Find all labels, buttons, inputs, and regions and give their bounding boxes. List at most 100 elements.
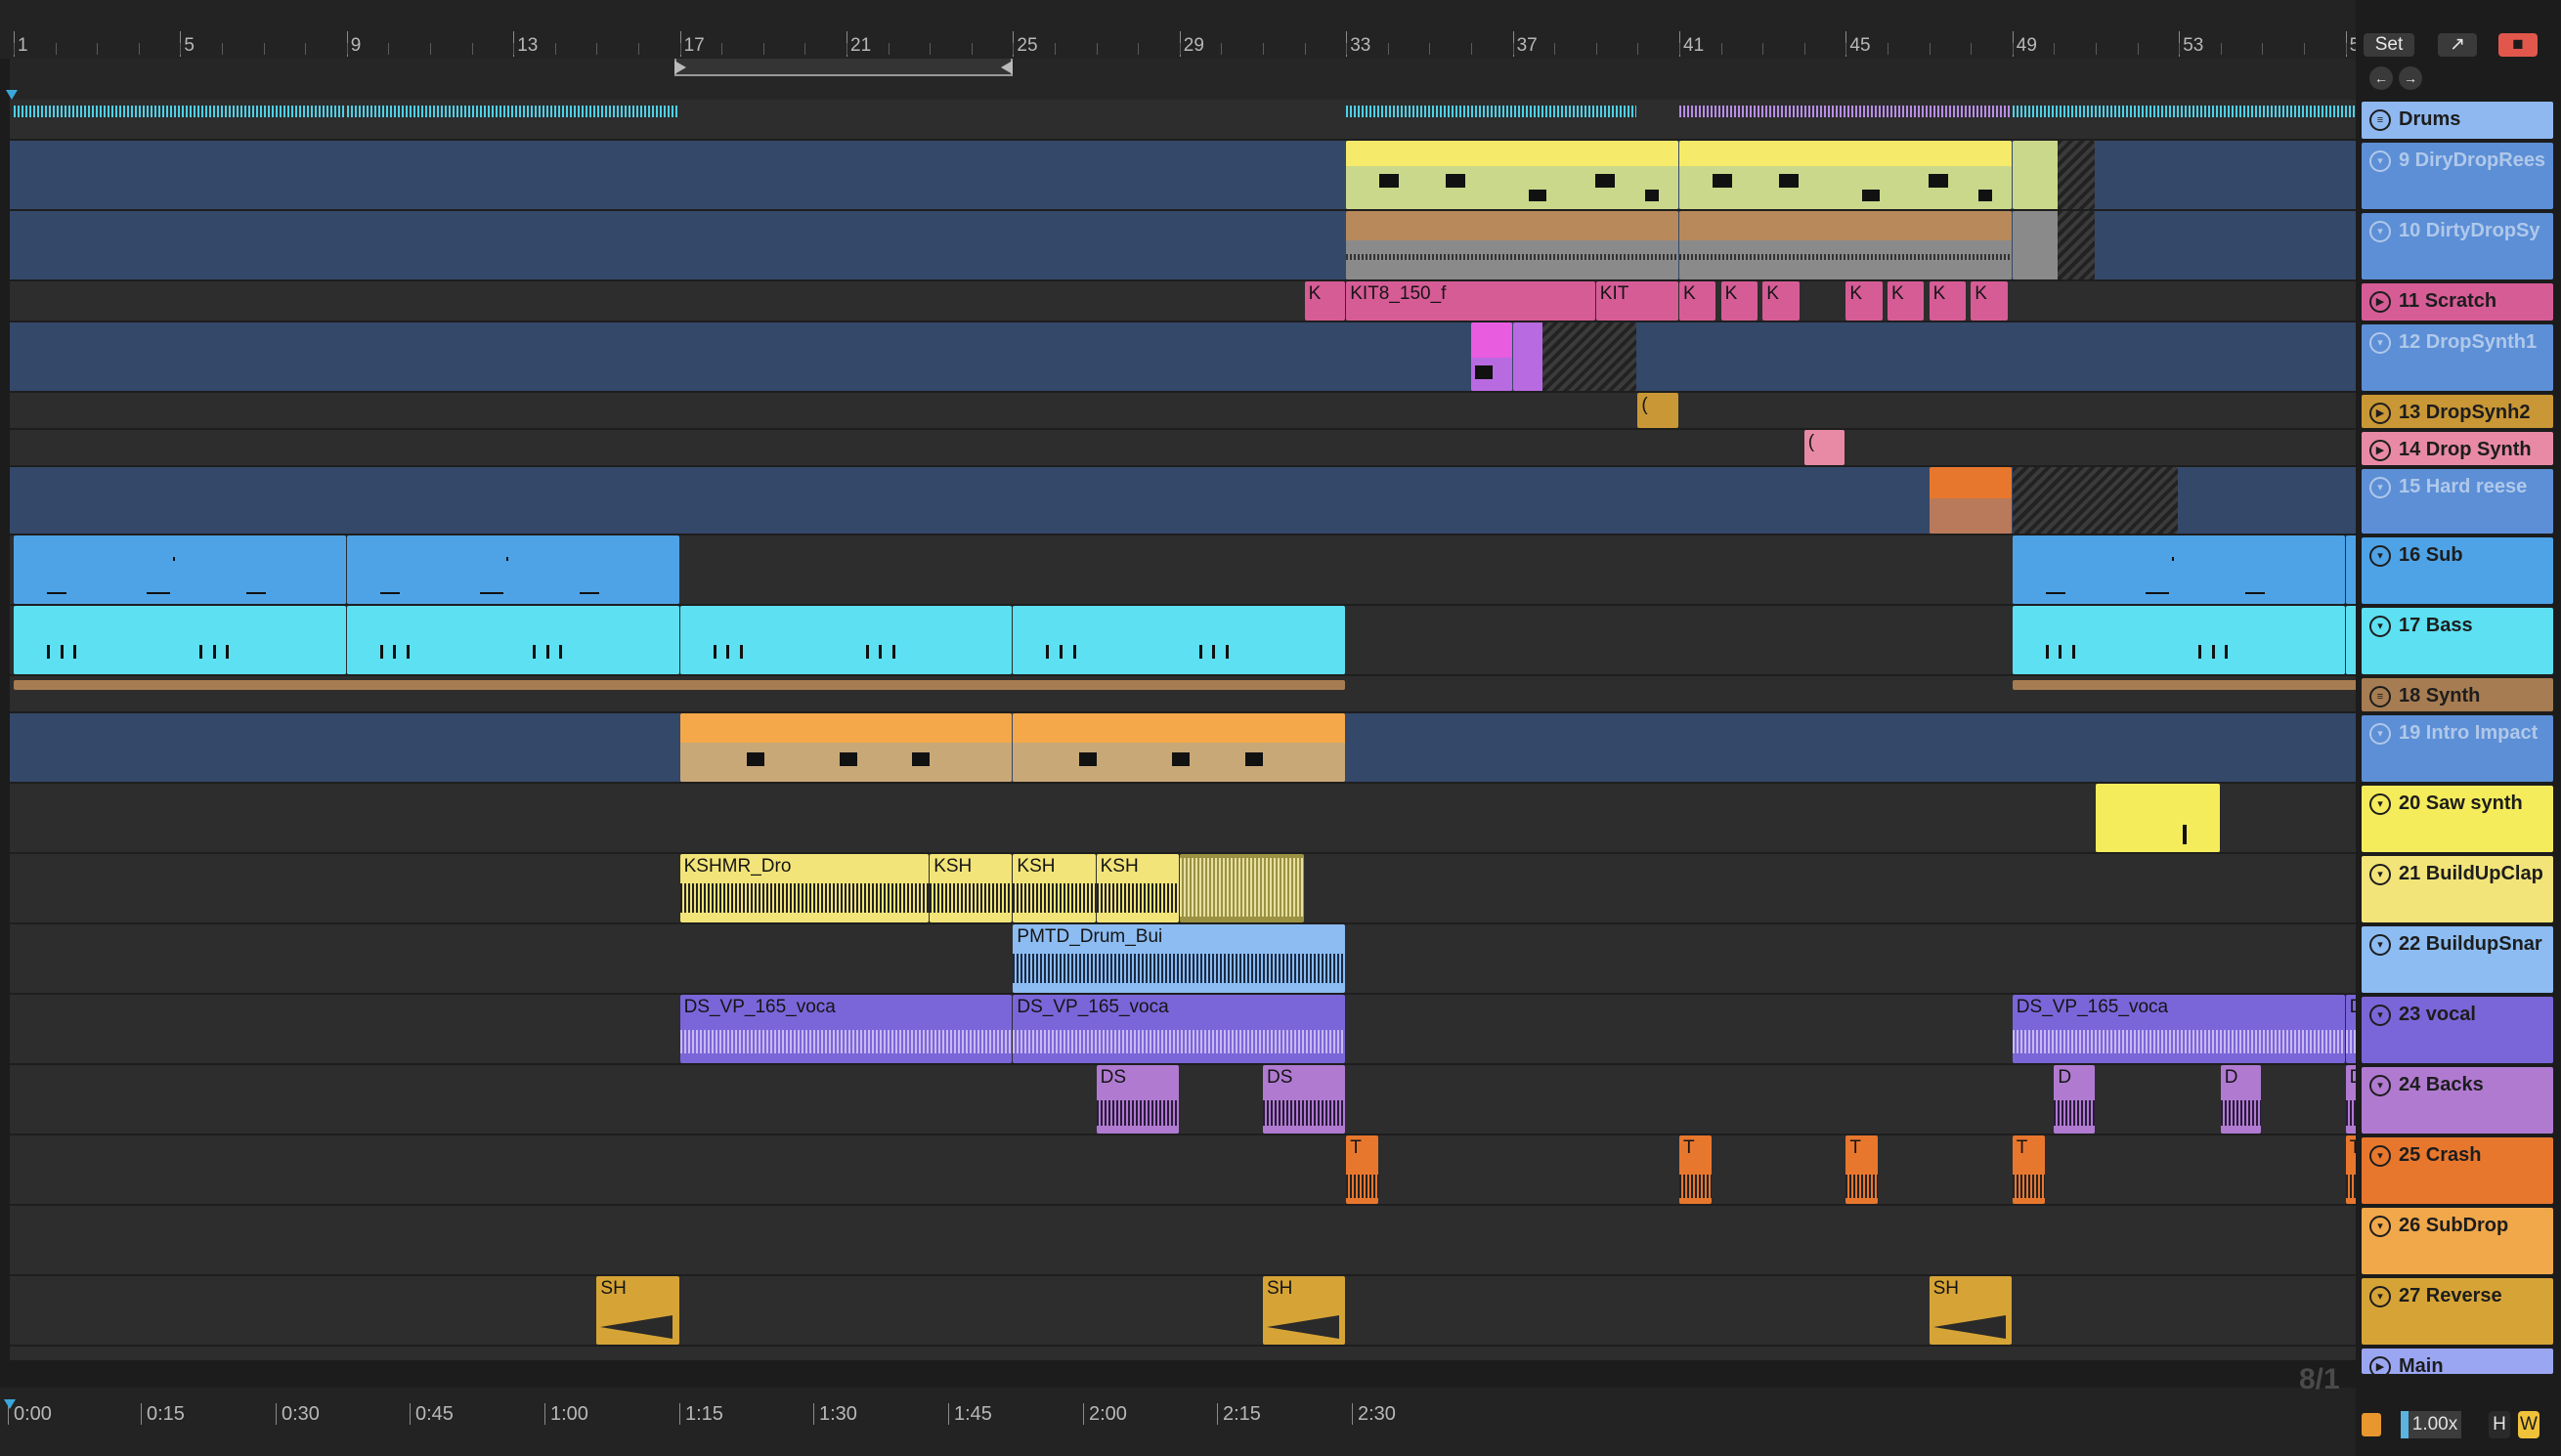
track-header[interactable]: ▾ 19 Intro Impact	[2362, 715, 2553, 782]
time-label[interactable]: 0:30	[276, 1403, 320, 1426]
track-header[interactable]: ▾ 10 DirtyDropSy	[2362, 213, 2553, 279]
clip[interactable]	[1179, 854, 1304, 922]
clip[interactable]	[1679, 211, 2012, 279]
cpu-meter-icon[interactable]	[2362, 1413, 2381, 1436]
clip[interactable]: K	[1888, 281, 1925, 321]
track-header[interactable]: ≡ Drums	[2362, 102, 2553, 139]
track-header[interactable]: ▾ 12 DropSynth1	[2362, 324, 2553, 391]
bar-number[interactable]: 29	[1179, 31, 1204, 57]
clip[interactable]: DS	[1096, 1065, 1179, 1134]
clip[interactable]: (	[1803, 430, 1845, 465]
track-header[interactable]: ▾ 15 Hard reese	[2362, 469, 2553, 534]
clip[interactable]	[2012, 606, 2345, 674]
fold-icon[interactable]: ▾	[2369, 1145, 2391, 1167]
clip[interactable]	[346, 606, 679, 674]
fold-icon[interactable]: ▾	[2369, 616, 2391, 637]
track-lane[interactable]	[10, 1065, 2356, 1135]
clip[interactable]	[2096, 784, 2220, 852]
track-header[interactable]: ▾ 23 vocal	[2362, 997, 2553, 1063]
track-header[interactable]: ▶ 13 DropSynh2	[2362, 395, 2553, 428]
group-clip[interactable]	[346, 102, 679, 137]
group-icon[interactable]: ≡	[2369, 686, 2391, 707]
clip[interactable]: D	[2220, 1065, 2262, 1134]
track-header[interactable]: ▾ 9 DiryDropRees	[2362, 143, 2553, 209]
clip[interactable]: K	[1929, 281, 1966, 321]
fold-icon[interactable]: ▾	[2369, 1075, 2391, 1096]
clip[interactable]: KSH	[930, 854, 1013, 922]
play-icon[interactable]: ▶	[2369, 403, 2391, 424]
group-clip[interactable]	[1346, 102, 1637, 137]
track-header[interactable]: ▾ 17 Bass	[2362, 608, 2553, 674]
clip[interactable]: KSH	[1013, 854, 1096, 922]
track-header[interactable]: ▾ 27 Reverse	[2362, 1278, 2553, 1345]
clip[interactable]: T	[1845, 1135, 1879, 1204]
clip[interactable]: KIT8_150_f	[1346, 281, 1595, 321]
clip[interactable]: DS_VP_165_voca	[1013, 995, 1346, 1063]
clip[interactable]: PMTD_Drum_Bui	[1013, 924, 1346, 993]
clip[interactable]: T	[1679, 1135, 1713, 1204]
track-header[interactable]: ▾ 25 Crash	[2362, 1137, 2553, 1204]
fold-icon[interactable]: ▾	[2369, 934, 2391, 956]
track-lane[interactable]	[10, 430, 2356, 467]
bar-number[interactable]: 53	[2179, 31, 2203, 57]
bar-number[interactable]: 5	[180, 31, 195, 57]
clip[interactable]	[1013, 606, 1346, 674]
clip[interactable]: DS	[1263, 1065, 1346, 1134]
bar-number[interactable]: 1	[14, 31, 28, 57]
track-header[interactable]: ▾ 20 Saw synth	[2362, 786, 2553, 852]
fold-icon[interactable]: ▾	[2369, 332, 2391, 354]
expand-icon[interactable]: ↗	[2438, 33, 2477, 57]
clip[interactable]: T	[2345, 1135, 2356, 1204]
clip[interactable]: T	[2012, 1135, 2045, 1204]
loop-brace[interactable]	[674, 59, 1013, 76]
bar-number[interactable]: 37	[1512, 31, 1538, 57]
play-icon[interactable]: ▶	[2369, 291, 2391, 313]
track-header[interactable]: ▾ 26 SubDrop	[2362, 1208, 2553, 1274]
back-arrow-icon[interactable]: ←	[2369, 66, 2393, 90]
clip[interactable]	[1512, 322, 1637, 391]
clip[interactable]	[2012, 535, 2345, 604]
bar-number[interactable]: 25	[1013, 31, 1038, 57]
clip[interactable]	[1346, 141, 1678, 209]
loop-bar[interactable]	[10, 59, 2356, 100]
clip[interactable]	[2012, 467, 2179, 534]
track-lane[interactable]	[10, 784, 2356, 854]
track-header[interactable]: ▾ 22 BuildupSnar	[2362, 926, 2553, 993]
clip[interactable]: DS_VP_165_voca	[2012, 995, 2345, 1063]
bar-number[interactable]: 17	[679, 31, 705, 57]
time-label[interactable]: 1:45	[948, 1403, 992, 1426]
clip[interactable]: (	[1637, 393, 1678, 428]
w-button[interactable]: W	[2518, 1411, 2539, 1438]
group-clip[interactable]	[14, 102, 346, 137]
bar-number[interactable]: 49	[2012, 31, 2037, 57]
track-lane[interactable]	[10, 1135, 2356, 1206]
clip[interactable]: K	[1845, 281, 1883, 321]
track-lane[interactable]	[10, 393, 2356, 430]
clip[interactable]: KSH	[1096, 854, 1179, 922]
clip[interactable]: K	[1304, 281, 1346, 321]
track-header[interactable]: ≡ 18 Synth	[2362, 678, 2553, 711]
clip[interactable]: SH	[1263, 1276, 1346, 1345]
bar-number[interactable]: 21	[846, 31, 871, 57]
clip[interactable]: K	[1720, 281, 1758, 321]
fold-icon[interactable]: ▾	[2369, 1005, 2391, 1026]
clip[interactable]: K	[1762, 281, 1800, 321]
group-icon[interactable]: ≡	[2369, 109, 2391, 131]
clip[interactable]	[2012, 211, 2095, 279]
fold-icon[interactable]: ▾	[2369, 545, 2391, 567]
group-clip[interactable]	[2012, 102, 2356, 137]
clip[interactable]	[1471, 322, 1512, 391]
clip[interactable]	[2012, 141, 2095, 209]
clip[interactable]	[346, 535, 679, 604]
bar-ruler[interactable]: 1591317212529333741454953576165697377818…	[0, 0, 2555, 59]
clip[interactable]: SH	[596, 1276, 679, 1345]
clip[interactable]: T	[1346, 1135, 1379, 1204]
clip[interactable]	[14, 606, 346, 674]
loop-end-marker[interactable]	[1001, 61, 1013, 74]
clip[interactable]: KIT	[1595, 281, 1678, 321]
track-header[interactable]: ▾ 21 BuildUpClap	[2362, 856, 2553, 922]
time-ruler[interactable]: 0:00 0:15 0:30 0:45 1:00 1:15 1:30 1:45 2:00 2:15…	[0, 1388, 2356, 1456]
fold-icon[interactable]: ▾	[2369, 150, 2391, 172]
track-lane[interactable]	[10, 322, 2356, 393]
clip[interactable]	[14, 680, 1346, 690]
